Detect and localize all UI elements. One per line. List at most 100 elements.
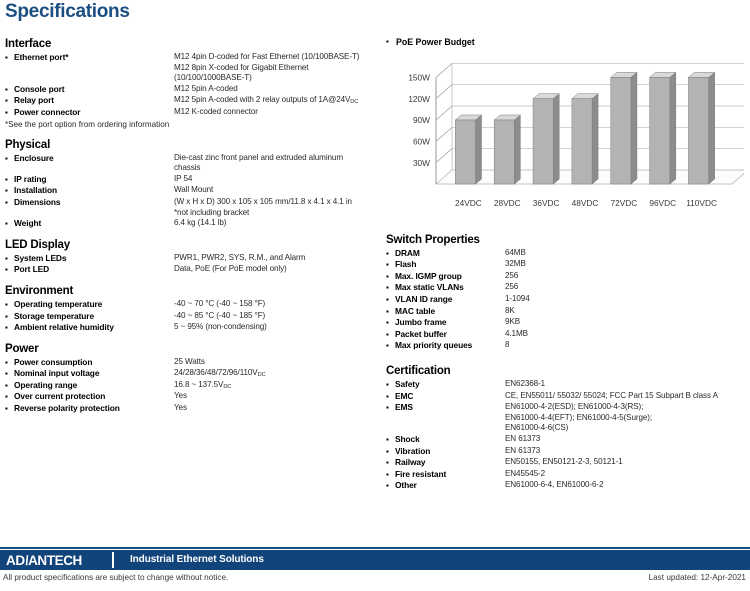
section-heading: Certification	[386, 364, 451, 377]
svg-text:28VDC: 28VDC	[494, 198, 521, 208]
section-heading: Interface	[5, 38, 52, 50]
spec-row: ▪ Storage temperature -40 ~ 85 °C (-40 ~…	[5, 311, 377, 323]
spec-value: EN61000-6-4, EN61000-6-2	[505, 480, 604, 490]
svg-text:24VDC: 24VDC	[455, 198, 482, 208]
bullet-icon: ▪	[5, 404, 8, 414]
logo-text-pre: AD	[6, 553, 25, 568]
spec-row: ▪ Port LED Data, PoE (For PoE model only…	[5, 264, 377, 276]
spec-row: ▪ EMS EN61000-4-2(ESD); EN61000-4-3(RS);…	[386, 402, 750, 434]
spec-value: Yes	[174, 403, 187, 413]
spec-row: ▪ Ethernet port* M12 4pin D-coded for Fa…	[5, 52, 377, 84]
page-title: Specifications	[5, 1, 130, 22]
spec-label: MAC table	[395, 305, 436, 316]
spec-row: ▪ Flash 32MB	[386, 259, 750, 271]
spec-label: EMC	[395, 390, 414, 401]
section-heading: Environment	[5, 284, 74, 297]
section-certification: Certification ▪ Safety EN62368-1 ▪ EMC C…	[386, 365, 750, 492]
spec-label: Packet buffer	[395, 328, 447, 339]
spec-label: VLAN ID range	[395, 293, 453, 304]
spec-value: 1-1094	[505, 293, 530, 303]
bullet-icon: ▪	[5, 357, 8, 367]
spec-label: Vibration	[395, 445, 431, 456]
spec-label: Relay port	[14, 95, 54, 106]
logo-text-post: ANTECH	[28, 553, 82, 568]
spec-label: Flash	[395, 259, 417, 270]
bullet-icon: ▪	[5, 174, 8, 184]
spec-label: Max. IGMP group	[395, 270, 462, 281]
spec-label: Max static VLANs	[395, 282, 464, 293]
spec-row: ▪ VLAN ID range 1-1094	[386, 294, 750, 306]
left-column: Interface ▪ Ethernet port* M12 4pin D-co…	[5, 38, 377, 424]
spec-value: -40 ~ 70 °C (-40 ~ 158 °F)	[174, 298, 266, 308]
bullet-icon: ▪	[386, 446, 389, 456]
spec-value: EN 61373	[505, 433, 541, 443]
bullet-icon: ▪	[386, 341, 389, 351]
spec-label: Power connector	[14, 106, 81, 117]
spec-row: ▪ Jumbo frame 9KB	[386, 317, 750, 329]
advantech-logo: AD\ANTECH	[6, 553, 82, 568]
bullet-icon: ▪	[386, 469, 389, 479]
spec-label: DRAM	[395, 247, 420, 258]
section-physical: Physical ▪ Enclosure Die-cast zinc front…	[5, 139, 377, 230]
spec-row: ▪ Safety EN62368-1	[386, 379, 750, 391]
bullet-icon: ▪	[386, 434, 389, 444]
spec-value: EN 61373	[505, 445, 541, 455]
spec-row: ▪ Dimensions (W x H x D) 300 x 105 x 105…	[5, 197, 377, 218]
chart-title: PoE Power Budget	[396, 36, 475, 47]
footer-tagline: Industrial Ethernet Solutions	[130, 554, 264, 565]
spec-value: M12 5pin A-coded with 2 relay outputs of…	[174, 95, 359, 106]
bullet-icon: ▪	[5, 153, 8, 163]
spec-value: 256	[505, 282, 519, 292]
spec-row: ▪ DRAM 64MB	[386, 248, 750, 260]
spec-label: Railway	[395, 457, 426, 468]
bullet-icon: ▪	[5, 299, 8, 309]
bullet-icon: ▪	[5, 311, 8, 321]
spec-label: Port LED	[14, 264, 50, 275]
bullet-icon: ▪	[386, 271, 389, 281]
spec-row: ▪ MAC table 8K	[386, 306, 750, 318]
svg-text:30W: 30W	[413, 157, 430, 167]
bullet-icon: ▪	[386, 379, 389, 389]
bullet-icon: ▪	[386, 294, 389, 304]
spec-label: Other	[395, 480, 417, 491]
footer-divider-rule	[0, 547, 750, 549]
bullet-icon: ▪	[386, 318, 389, 328]
interface-footnote: *See the port option from ordering infor…	[5, 119, 170, 129]
subscript-dc: DC	[223, 383, 232, 390]
section-led-display: LED Display ▪ System LEDs PWR1, PWR2, SY…	[5, 239, 377, 276]
spec-row: ▪ EMC CE, EN55011/ 55032/ 55024; FCC Par…	[386, 391, 750, 403]
spec-row: ▪ Reverse polarity protection Yes	[5, 403, 377, 415]
spec-label: Ethernet port*	[14, 52, 69, 62]
bullet-icon: ▪	[5, 369, 8, 379]
bullet-icon: ▪	[5, 84, 8, 94]
svg-text:48VDC: 48VDC	[572, 198, 599, 208]
svg-text:120W: 120W	[408, 93, 430, 103]
right-column: ▪ PoE Power Budget 30W 60W 90W 120W 150W 24VD…	[386, 36, 750, 501]
bullet-icon: ▪	[386, 403, 389, 413]
spec-value: M12 5pin A-coded	[174, 83, 238, 93]
spec-label: Operating range	[14, 379, 78, 390]
spec-row: ▪ Max. IGMP group 256	[386, 271, 750, 283]
spec-label: Installation	[14, 185, 58, 196]
bullet-icon: ▪	[5, 253, 8, 263]
spec-row: ▪ Ambient relative humidity 5 ~ 95% (non…	[5, 322, 377, 334]
bullet-icon: ▪	[386, 391, 389, 401]
spec-value: EN61000-4-2(ESD); EN61000-4-3(RS); EN610…	[505, 402, 652, 433]
section-heading: LED Display	[5, 238, 70, 251]
section-switch-properties: Switch Properties ▪ DRAM 64MB ▪ Flash 32…	[386, 234, 750, 352]
spec-row: ▪ Console port M12 5pin A-coded	[5, 84, 377, 96]
section-environment: Environment ▪ Operating temperature -40 …	[5, 285, 377, 334]
spec-row: ▪ Packet buffer 4.1MB	[386, 329, 750, 341]
svg-text:60W: 60W	[413, 136, 430, 146]
spec-label: System LEDs	[14, 252, 67, 263]
spec-row: ▪ Other EN61000-6-4, EN61000-6-2	[386, 480, 750, 492]
spec-value: EN62368-1	[505, 378, 546, 388]
svg-text:110VDC: 110VDC	[686, 198, 717, 208]
subscript-dc: DC	[350, 99, 359, 106]
spec-label: Jumbo frame	[395, 317, 447, 328]
spec-value: 25 Watts	[174, 356, 205, 366]
section-interface: Interface ▪ Ethernet port* M12 4pin D-co…	[5, 38, 377, 130]
svg-text:72VDC: 72VDC	[610, 198, 637, 208]
poe-chart-svg: 30W 60W 90W 120W 150W 24VDC 28VDC 36VDC 48VDC 72V…	[408, 62, 744, 208]
spec-label: Ambient relative humidity	[14, 322, 114, 333]
